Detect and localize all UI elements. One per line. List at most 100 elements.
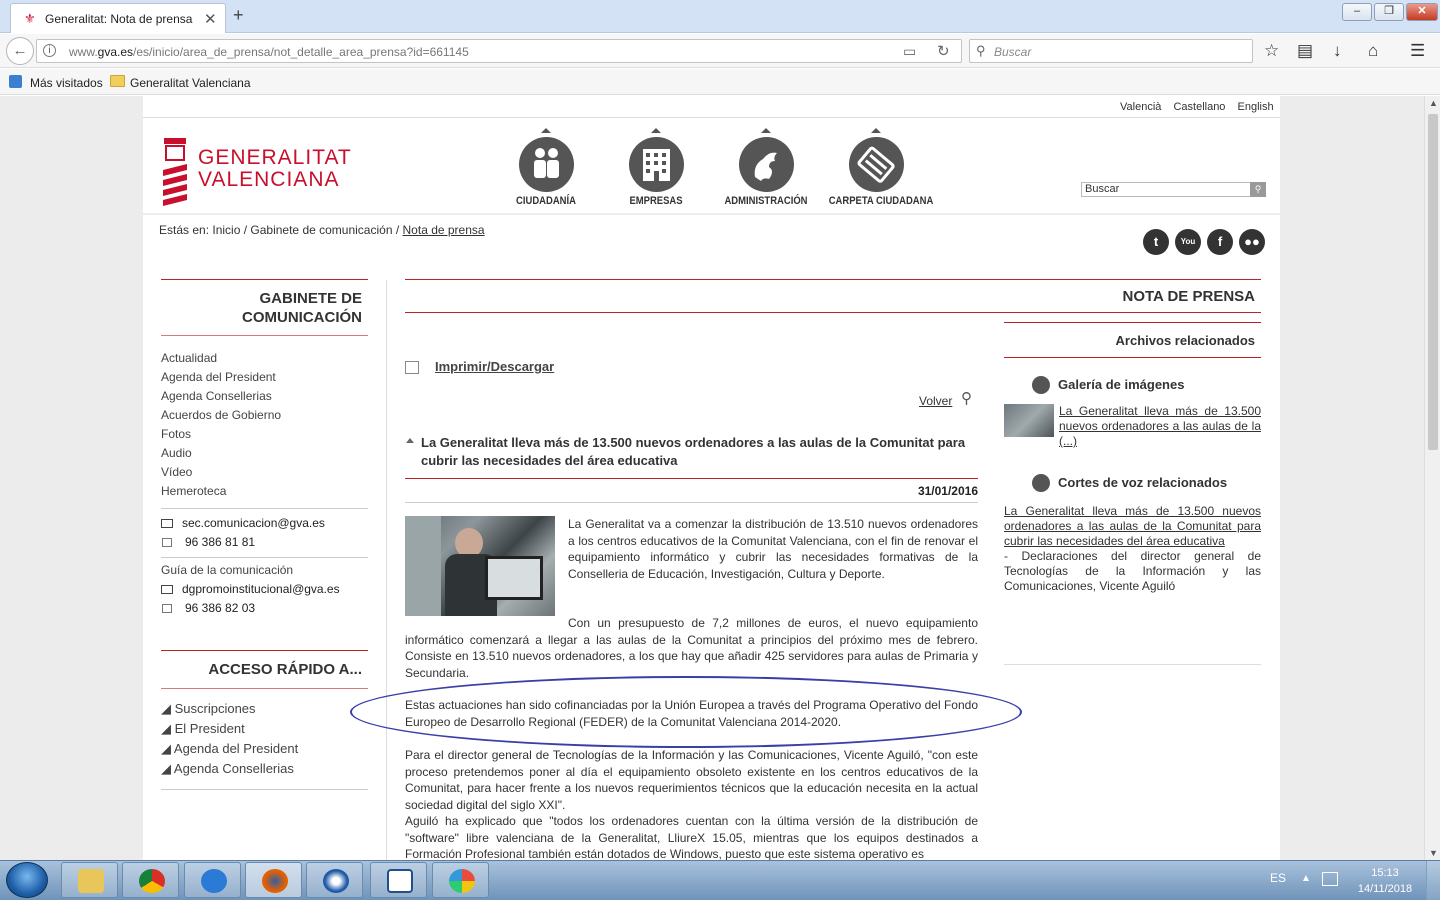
language-indicator[interactable]: ES	[1270, 871, 1286, 885]
show-desktop-button[interactable]	[1426, 861, 1440, 900]
logo-text-1: GENERALITAT	[198, 146, 352, 169]
main-header: NOTA DE PRENSA	[405, 279, 1261, 313]
nav-ciudadania[interactable]: CIUDADANÍA	[491, 128, 601, 210]
voice-link[interactable]: La Generalitat lleva más de 13.500 nuevo…	[1004, 504, 1261, 549]
print-link[interactable]: Imprimir/Descargar	[435, 359, 554, 374]
phone-icon	[162, 604, 172, 613]
scroll-up-icon[interactable]: ▲	[1429, 98, 1438, 108]
page-scrollbar[interactable]: ▲ ▼	[1424, 96, 1440, 860]
sidebar-item[interactable]: Acuerdos de Gobierno	[161, 406, 368, 425]
print-download[interactable]: Imprimir/Descargar	[405, 359, 554, 375]
url-text[interactable]: www.gva.es/es/inicio/area_de_prensa/not_…	[69, 45, 469, 59]
taskbar-thunderbird[interactable]	[306, 862, 363, 898]
taskbar-chrome[interactable]	[122, 862, 179, 898]
language-selector: Valencià Castellano English	[1120, 101, 1274, 113]
header-divider	[143, 117, 1280, 118]
youtube-icon[interactable]: You	[1175, 229, 1201, 255]
gallery-link[interactable]: La Generalitat lleva más de 13.500 nuevo…	[1059, 404, 1261, 449]
sidebar-item[interactable]: Fotos	[161, 425, 368, 444]
quick-link[interactable]: ◢ Agenda Consellerias	[161, 759, 368, 779]
voice-title: Cortes de voz relacionados	[1004, 474, 1261, 492]
bookmark-most-visited[interactable]: Más visitados	[30, 76, 103, 90]
article-paragraph: Aguiló ha explicado que "todos los orden…	[405, 814, 978, 861]
article-paragraph: La Generalitat va a comenzar la distribu…	[568, 517, 978, 581]
quick-link[interactable]: ◢ El President	[161, 719, 368, 739]
zoom-icon[interactable]: ⚲	[961, 389, 972, 407]
guide-label[interactable]: Guía de la comunicación	[161, 561, 368, 580]
sidebar-item[interactable]: Hemeroteca	[161, 482, 368, 501]
article-date: 31/01/2016	[917, 484, 978, 498]
site-search-input[interactable]: Buscar ⚲	[1081, 182, 1266, 197]
site-search-button[interactable]: ⚲	[1250, 182, 1266, 197]
lang-castellano[interactable]: Castellano	[1173, 101, 1225, 113]
email-link[interactable]: dgpromoinstitucional@gva.es	[182, 580, 340, 599]
network-icon[interactable]	[1322, 872, 1338, 886]
reader-view-icon[interactable]: ▭	[903, 43, 916, 60]
facebook-icon[interactable]: f	[1207, 229, 1233, 255]
breadcrumb-nota[interactable]: Nota de prensa	[403, 223, 485, 237]
nav-carpeta-ciudadana[interactable]: CARPETA CIUDADANA	[821, 128, 933, 210]
url-bar[interactable]: i www.gva.es/es/inicio/area_de_prensa/no…	[36, 39, 962, 63]
taskbar-writer[interactable]	[370, 862, 427, 898]
new-tab-button[interactable]: +	[233, 5, 244, 26]
taskbar-paint[interactable]	[432, 862, 489, 898]
article-title-text: La Generalitat lleva más de 13.500 nuevo…	[421, 435, 966, 468]
flickr-icon[interactable]: ●●	[1239, 229, 1265, 255]
paint-icon	[449, 869, 475, 893]
downloads-icon[interactable]: ↓	[1333, 41, 1342, 61]
gva-logo[interactable]: GENERALITAT VALENCIANA	[160, 130, 352, 206]
library-icon[interactable]: ▤	[1297, 41, 1313, 61]
taskbar-explorer[interactable]	[61, 862, 118, 898]
citizens-icon	[518, 137, 574, 192]
sidebar-item[interactable]: Audio	[161, 444, 368, 463]
taskbar-clock[interactable]: 15:13 14/11/2018	[1350, 865, 1420, 897]
breadcrumb-gabinete[interactable]: Gabinete de comunicación	[250, 223, 392, 237]
window-minimize-button[interactable]: –	[1342, 3, 1372, 21]
breadcrumb-inicio[interactable]: Inicio	[212, 223, 240, 237]
printer-icon	[405, 361, 419, 375]
thunderbird-icon	[323, 869, 349, 893]
lang-english[interactable]: English	[1238, 101, 1274, 113]
browser-search-input[interactable]: ⚲ Buscar	[969, 39, 1253, 63]
nav-label: EMPRESAS	[629, 195, 683, 207]
highlight-ellipse	[350, 676, 1022, 748]
sidebar-item[interactable]: Agenda del President	[161, 368, 368, 387]
taskbar-firefox[interactable]	[245, 862, 302, 898]
camera-icon	[1032, 376, 1050, 394]
gallery-title: Galería de imágenes	[1004, 376, 1261, 394]
home-icon[interactable]: ⌂	[1368, 41, 1378, 61]
sidebar-title: GABINETE DE COMUNICACIÓN	[242, 290, 362, 326]
lang-valencia[interactable]: Valencià	[1120, 101, 1161, 113]
sidebar-item[interactable]: Actualidad	[161, 349, 368, 368]
sidebar-item[interactable]: Agenda Consellerias	[161, 387, 368, 406]
window-restore-button[interactable]: ❐	[1374, 3, 1404, 21]
quick-link[interactable]: ◢ Agenda del President	[161, 739, 368, 759]
email-link[interactable]: sec.comunicacion@gva.es	[182, 514, 325, 533]
scroll-down-icon[interactable]: ▼	[1429, 848, 1438, 858]
twitter-icon[interactable]: t	[1143, 229, 1169, 255]
bookmark-star-icon[interactable]: ☆	[1264, 41, 1279, 61]
sidebar-item[interactable]: Vídeo	[161, 463, 368, 482]
scroll-thumb[interactable]	[1428, 114, 1438, 450]
tray-arrow-icon[interactable]: ▲	[1301, 873, 1311, 884]
menu-icon[interactable]: ☰	[1410, 41, 1425, 61]
bookmark-generalitat[interactable]: Generalitat Valenciana	[130, 76, 251, 90]
collapse-triangle-icon[interactable]	[406, 438, 414, 443]
nav-administracion[interactable]: ADMINISTRACIÓN	[711, 128, 821, 210]
quick-link[interactable]: ◢ Suscripciones	[161, 699, 368, 719]
taskbar-ie[interactable]	[184, 862, 241, 898]
back-button[interactable]: ←	[6, 37, 34, 65]
article-paragraph: Para el director general de Tecnologías …	[405, 748, 978, 812]
article-photo[interactable]	[405, 516, 555, 616]
microphone-icon	[1032, 474, 1050, 492]
folder-icon	[78, 869, 104, 893]
start-button[interactable]	[6, 862, 48, 898]
nav-empresas[interactable]: EMPRESAS	[601, 128, 711, 210]
browser-tab[interactable]: ⚜ Generalitat: Nota de prensa ✕	[10, 3, 226, 33]
close-tab-icon[interactable]: ✕	[204, 10, 217, 28]
reload-icon[interactable]: ↻	[937, 42, 950, 60]
back-link[interactable]: Volver	[919, 394, 952, 408]
window-close-button[interactable]: ✕	[1406, 3, 1438, 21]
site-info-icon[interactable]: i	[43, 44, 56, 57]
gallery-thumbnail[interactable]	[1004, 404, 1054, 437]
